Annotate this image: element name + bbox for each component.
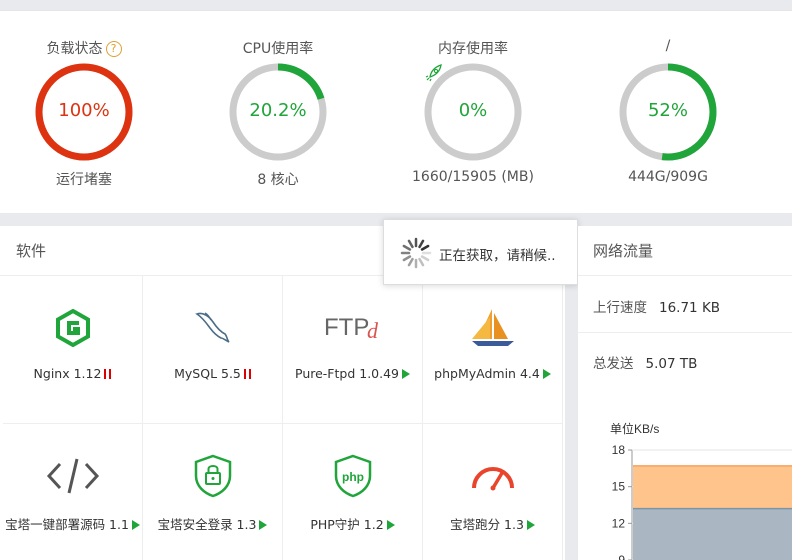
software-label: PHP守护 1.2 <box>310 517 384 532</box>
ftp-icon: FTP d <box>323 306 383 350</box>
upload-speed-label: 上行速度 <box>593 300 647 316</box>
play-icon[interactable] <box>526 520 535 530</box>
cpu-title: CPU使用率 <box>242 41 314 57</box>
software-item-nginx[interactable]: Nginx 1.12 <box>3 276 143 424</box>
disk-value: 52% <box>647 100 688 121</box>
svg-text:php: php <box>342 470 364 484</box>
mysql-icon <box>183 306 243 350</box>
software-item-php-guard[interactable]: php PHP守护 1.2 <box>283 424 423 560</box>
software-item-pure-ftpd[interactable]: FTP d Pure-Ftpd 1.0.49 <box>283 276 423 424</box>
y-tick-label: 9 <box>618 553 625 560</box>
help-icon[interactable]: ? <box>105 41 122 57</box>
software-label: 宝塔跑分 1.3 <box>450 517 524 532</box>
disk-title: / <box>665 38 671 54</box>
nginx-label-wrap: Nginx 1.12 <box>3 366 142 381</box>
status-panel: 负载状态? 100% 运行堵塞 CPU使用率 20.2% 8 核心 内存使用率 … <box>0 10 792 213</box>
memory-value: 0% <box>458 100 488 121</box>
benchmark-label-wrap: 宝塔跑分 1.3 <box>423 514 562 533</box>
phpmyadmin-label-wrap: phpMyAdmin 4.4 <box>423 366 562 381</box>
load-value: 100% <box>58 100 110 121</box>
code-icon <box>43 454 103 498</box>
load-status-text: 运行堵塞 <box>56 172 112 188</box>
network-panel: 网络流量 上行速度 16.71 KB 总发送 5.07 TB 单位KB/s 18 15… <box>578 226 792 560</box>
spinner-icon <box>400 237 432 269</box>
memory-usage-text: 1660/15905 (MB) <box>412 169 534 185</box>
memory-title: 内存使用率 <box>438 41 508 57</box>
y-tick-label: 15 <box>612 480 626 494</box>
one-click-deploy-label-wrap: 宝塔一键部署源码 1.1 <box>3 514 142 533</box>
network-chart: 单位KB/s 18 15 12 9 <box>610 421 792 560</box>
total-sent-label: 总发送 <box>593 356 634 372</box>
software-label: Pure-Ftpd 1.0.49 <box>295 366 399 381</box>
cpu-cores-text: 8 核心 <box>257 172 299 188</box>
play-icon[interactable] <box>131 520 140 530</box>
speedometer-icon <box>463 454 523 498</box>
y-tick-label: 12 <box>612 516 626 530</box>
software-item-benchmark[interactable]: 宝塔跑分 1.3 <box>423 424 563 560</box>
php-guard-label-wrap: PHP守护 1.2 <box>283 514 422 533</box>
phpmyadmin-icon <box>463 306 523 350</box>
total-sent-value: 5.07 TB <box>645 356 698 372</box>
divider <box>578 332 792 333</box>
network-title: 网络流量 <box>578 226 792 276</box>
series-area-1 <box>633 508 792 560</box>
upload-speed-row: 上行速度 16.71 KB <box>593 296 720 316</box>
loading-popup: 正在获取，请稍候.. <box>383 219 578 285</box>
rocket-icon[interactable] <box>423 62 445 84</box>
php-shield-icon: php <box>323 454 383 498</box>
y-tick-label: 18 <box>612 443 626 457</box>
play-icon[interactable] <box>402 369 410 379</box>
software-label: 宝塔一键部署源码 1.1 <box>5 517 129 532</box>
stop-icon[interactable] <box>104 369 112 379</box>
nginx-icon <box>43 306 103 350</box>
pure-ftpd-label-wrap: Pure-Ftpd 1.0.49 <box>283 366 422 381</box>
software-label: 宝塔安全登录 1.3 <box>157 517 257 532</box>
chart-unit-label: 单位KB/s <box>610 421 659 436</box>
software-item-phpmyadmin[interactable]: phpMyAdmin 4.4 <box>423 276 563 424</box>
software-item-mysql[interactable]: MySQL 5.5 <box>143 276 283 424</box>
mysql-label-wrap: MySQL 5.5 <box>143 366 282 381</box>
svg-text:FTP: FTP <box>324 314 369 341</box>
play-icon[interactable] <box>259 520 268 530</box>
svg-text:d: d <box>367 318 379 343</box>
secure-login-label-wrap: 宝塔安全登录 1.3 <box>143 514 282 533</box>
load-title: 负载状态 <box>46 41 103 57</box>
upload-speed-value: 16.71 KB <box>659 300 721 316</box>
loading-text: 正在获取，请稍候.. <box>439 248 556 264</box>
software-label: MySQL 5.5 <box>174 366 241 381</box>
play-icon[interactable] <box>542 369 551 379</box>
cpu-value: 20.2% <box>249 100 307 121</box>
disk-usage-text: 444G/909G <box>628 169 708 185</box>
stop-icon[interactable] <box>243 369 251 379</box>
software-label: phpMyAdmin 4.4 <box>434 366 540 381</box>
lock-shield-icon <box>183 454 243 498</box>
load-title-wrap: 负载状态? <box>19 38 149 58</box>
software-label: Nginx 1.12 <box>33 366 102 381</box>
play-icon[interactable] <box>386 520 395 530</box>
software-item-secure-login[interactable]: 宝塔安全登录 1.3 <box>143 424 283 560</box>
total-sent-row: 总发送 5.07 TB <box>593 352 697 372</box>
software-item-one-click-deploy[interactable]: 宝塔一键部署源码 1.1 <box>3 424 143 560</box>
